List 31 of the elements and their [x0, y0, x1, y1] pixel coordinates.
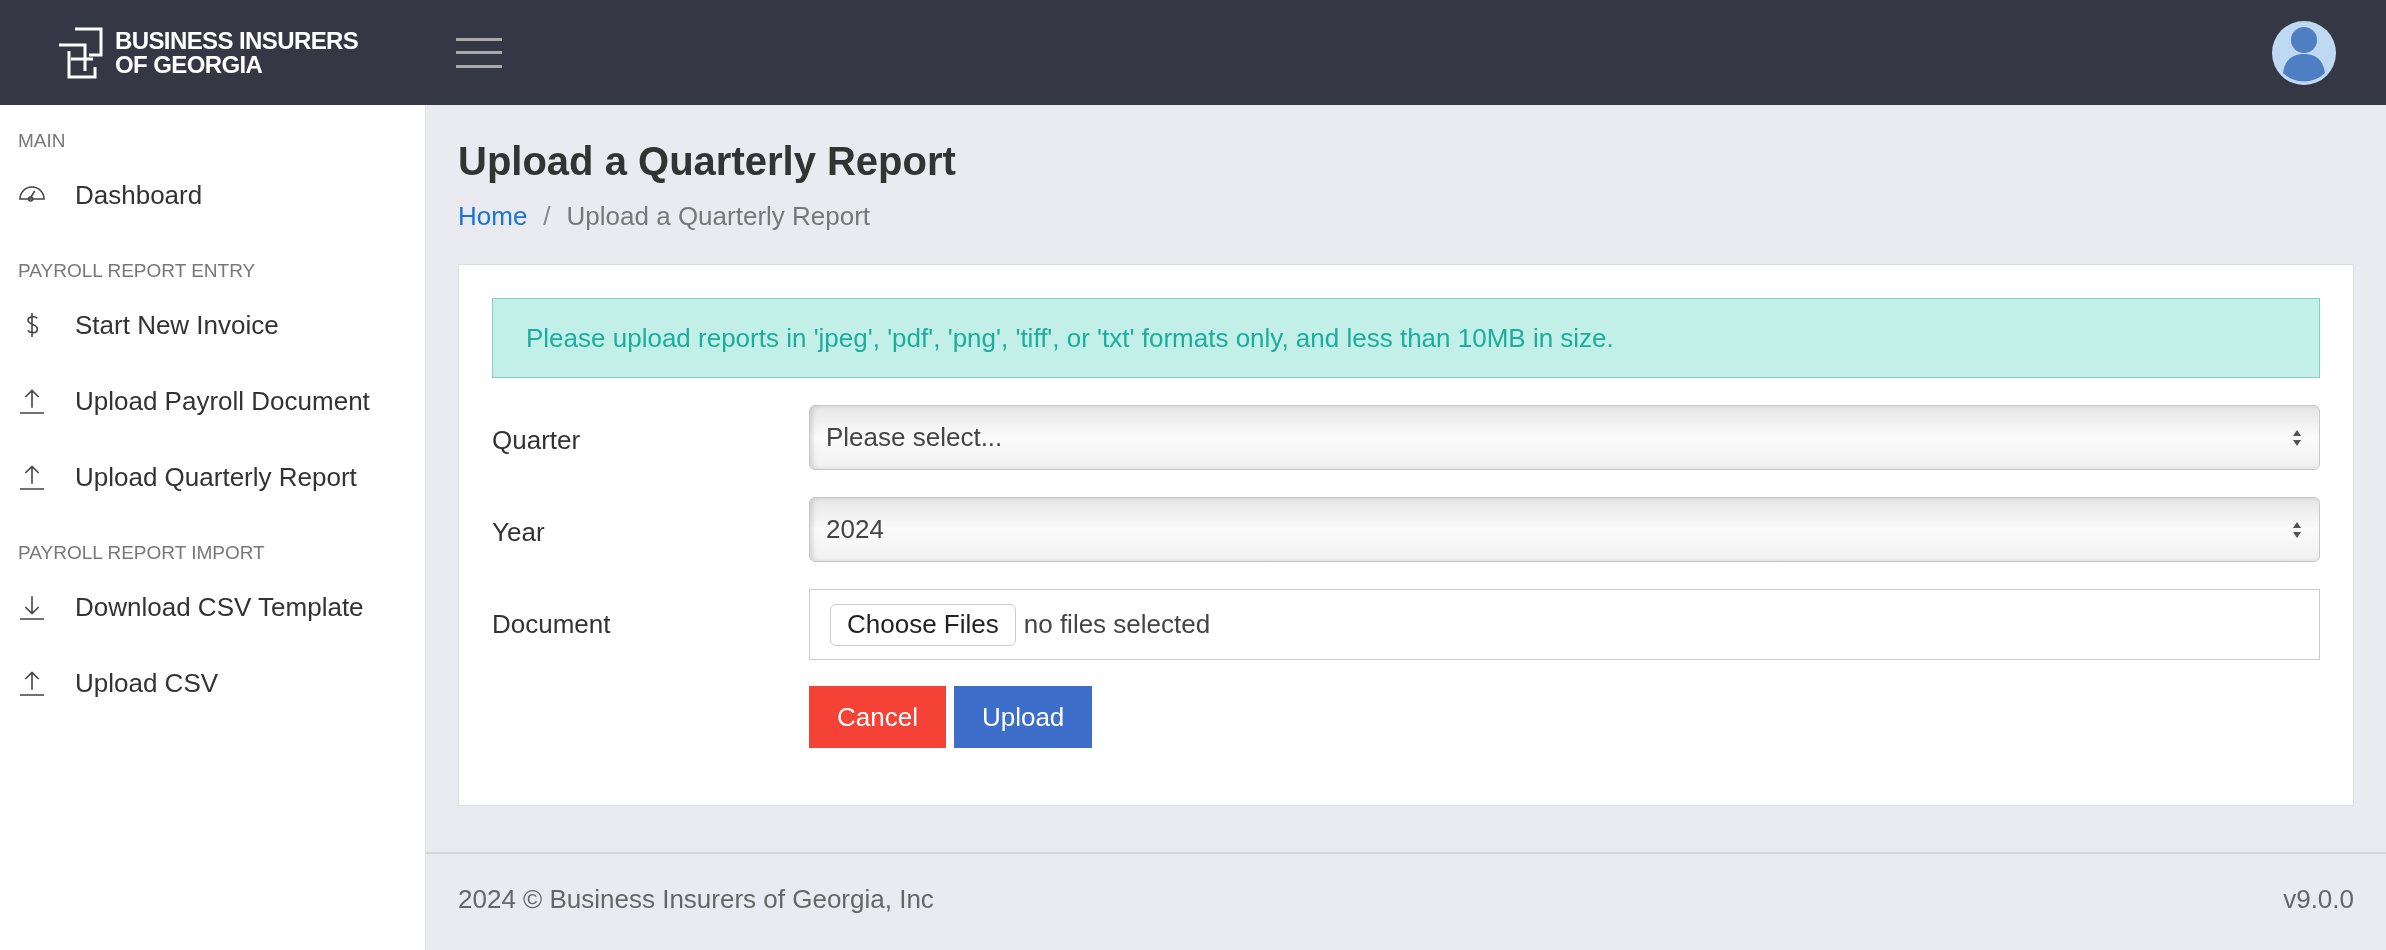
sidebar-section-title: PAYROLL REPORT ENTRY	[17, 258, 257, 283]
menu-button[interactable]	[456, 35, 503, 70]
breadcrumb-current: Upload a Quarterly Report	[566, 200, 871, 233]
sidebar-item[interactable]: Upload Quarterly Report	[0, 439, 425, 515]
sidebar-section-title: PAYROLL REPORT IMPORT	[17, 540, 266, 565]
sidebar-item[interactable]: Dashboard	[0, 157, 425, 233]
sidebar-item[interactable]: Start New Invoice	[0, 287, 425, 363]
select-field[interactable]: 2024	[809, 497, 2320, 562]
breadcrumb-separator: /	[543, 200, 551, 233]
file-field[interactable]: Choose Files no files selected	[809, 589, 2320, 660]
select-value: Please select...	[826, 421, 1003, 454]
version-text: v9.0.0	[2283, 883, 2354, 916]
file-status: no files selected	[1023, 608, 1211, 641]
page-title: Upload a Quarterly Report	[458, 138, 957, 185]
sidebar-item[interactable]: Upload Payroll Document	[0, 363, 425, 439]
sidebar-section-title: MAIN	[17, 128, 67, 153]
info-alert: Please upload reports in 'jpeg', 'pdf', 'png', 'tiff', or 'txt' formats only, and less than 10MB in size.	[492, 298, 2320, 378]
field-label: Document	[492, 608, 612, 641]
sidebar-item[interactable]: Upload CSV	[0, 645, 425, 721]
field-label: Year	[492, 516, 546, 549]
breadcrumb-link[interactable]: Home	[458, 197, 528, 236]
choose-files-button[interactable]: Choose Files	[830, 603, 1016, 646]
select-field[interactable]: Please select...	[809, 405, 2320, 470]
logo-text: BUSINESS INSURERS OF GEORGIA	[115, 28, 359, 77]
field-label: Quarter	[492, 424, 582, 457]
select-value: 2024	[826, 513, 884, 546]
cancel-button[interactable]: Cancel	[809, 686, 946, 748]
avatar-icon[interactable]	[2272, 20, 2336, 85]
sidebar-item[interactable]: Download CSV Template	[0, 569, 425, 645]
upload-button[interactable]: Upload	[953, 686, 1093, 748]
copyright-text: 2024 © Business Insurers of Georgia, Inc	[458, 883, 934, 916]
